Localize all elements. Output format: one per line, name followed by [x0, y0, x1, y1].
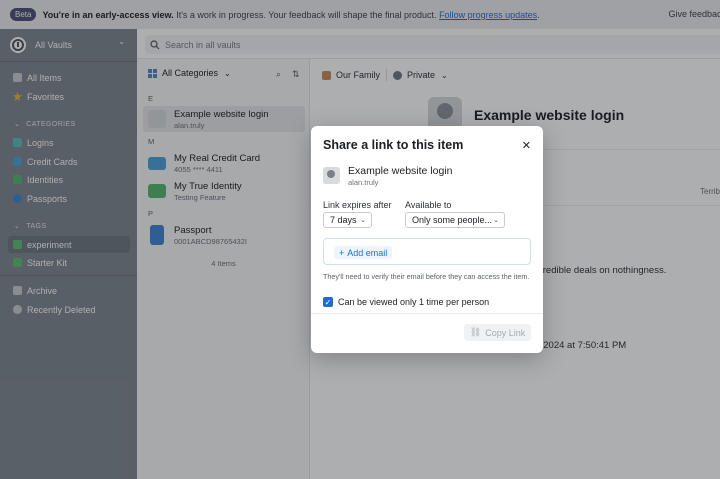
key-icon [323, 167, 340, 184]
copy-link-button[interactable]: ⛓ Copy Link [464, 324, 531, 341]
dialog-title: Share a link to this item [323, 138, 464, 152]
checkbox[interactable]: ✓ [323, 297, 333, 307]
email-box: + Add email [323, 238, 531, 265]
chevron-down-icon: ⌄ [360, 217, 366, 224]
copy-link-label: Copy Link [485, 327, 526, 338]
view-once-option[interactable]: ✓ Can be viewed only 1 time per person [323, 297, 489, 307]
divider [311, 313, 543, 314]
expires-value: 7 days [330, 215, 357, 225]
expires-select[interactable]: 7 days ⌄ [323, 212, 372, 228]
item-username: alan.truly [348, 178, 379, 187]
checkbox-label: Can be viewed only 1 time per person [338, 297, 490, 307]
link-icon: ⛓ [469, 327, 482, 337]
share-link-dialog: Share a link to this item ✕ Example webs… [311, 126, 543, 353]
plus-icon: + [339, 247, 345, 258]
close-icon[interactable]: ✕ [522, 139, 531, 152]
available-label: Available to [405, 200, 452, 210]
available-select[interactable]: Only some people... ⌄ [405, 212, 505, 228]
add-email-button[interactable]: + Add email [334, 246, 393, 259]
expires-label: Link expires after [323, 200, 392, 210]
available-value: Only some people... [412, 215, 493, 225]
verify-note: They'll need to verify their email befor… [323, 272, 530, 281]
item-name: Example website login [348, 165, 453, 177]
add-email-label: Add email [347, 247, 388, 258]
chevron-down-icon: ⌄ [493, 217, 499, 224]
